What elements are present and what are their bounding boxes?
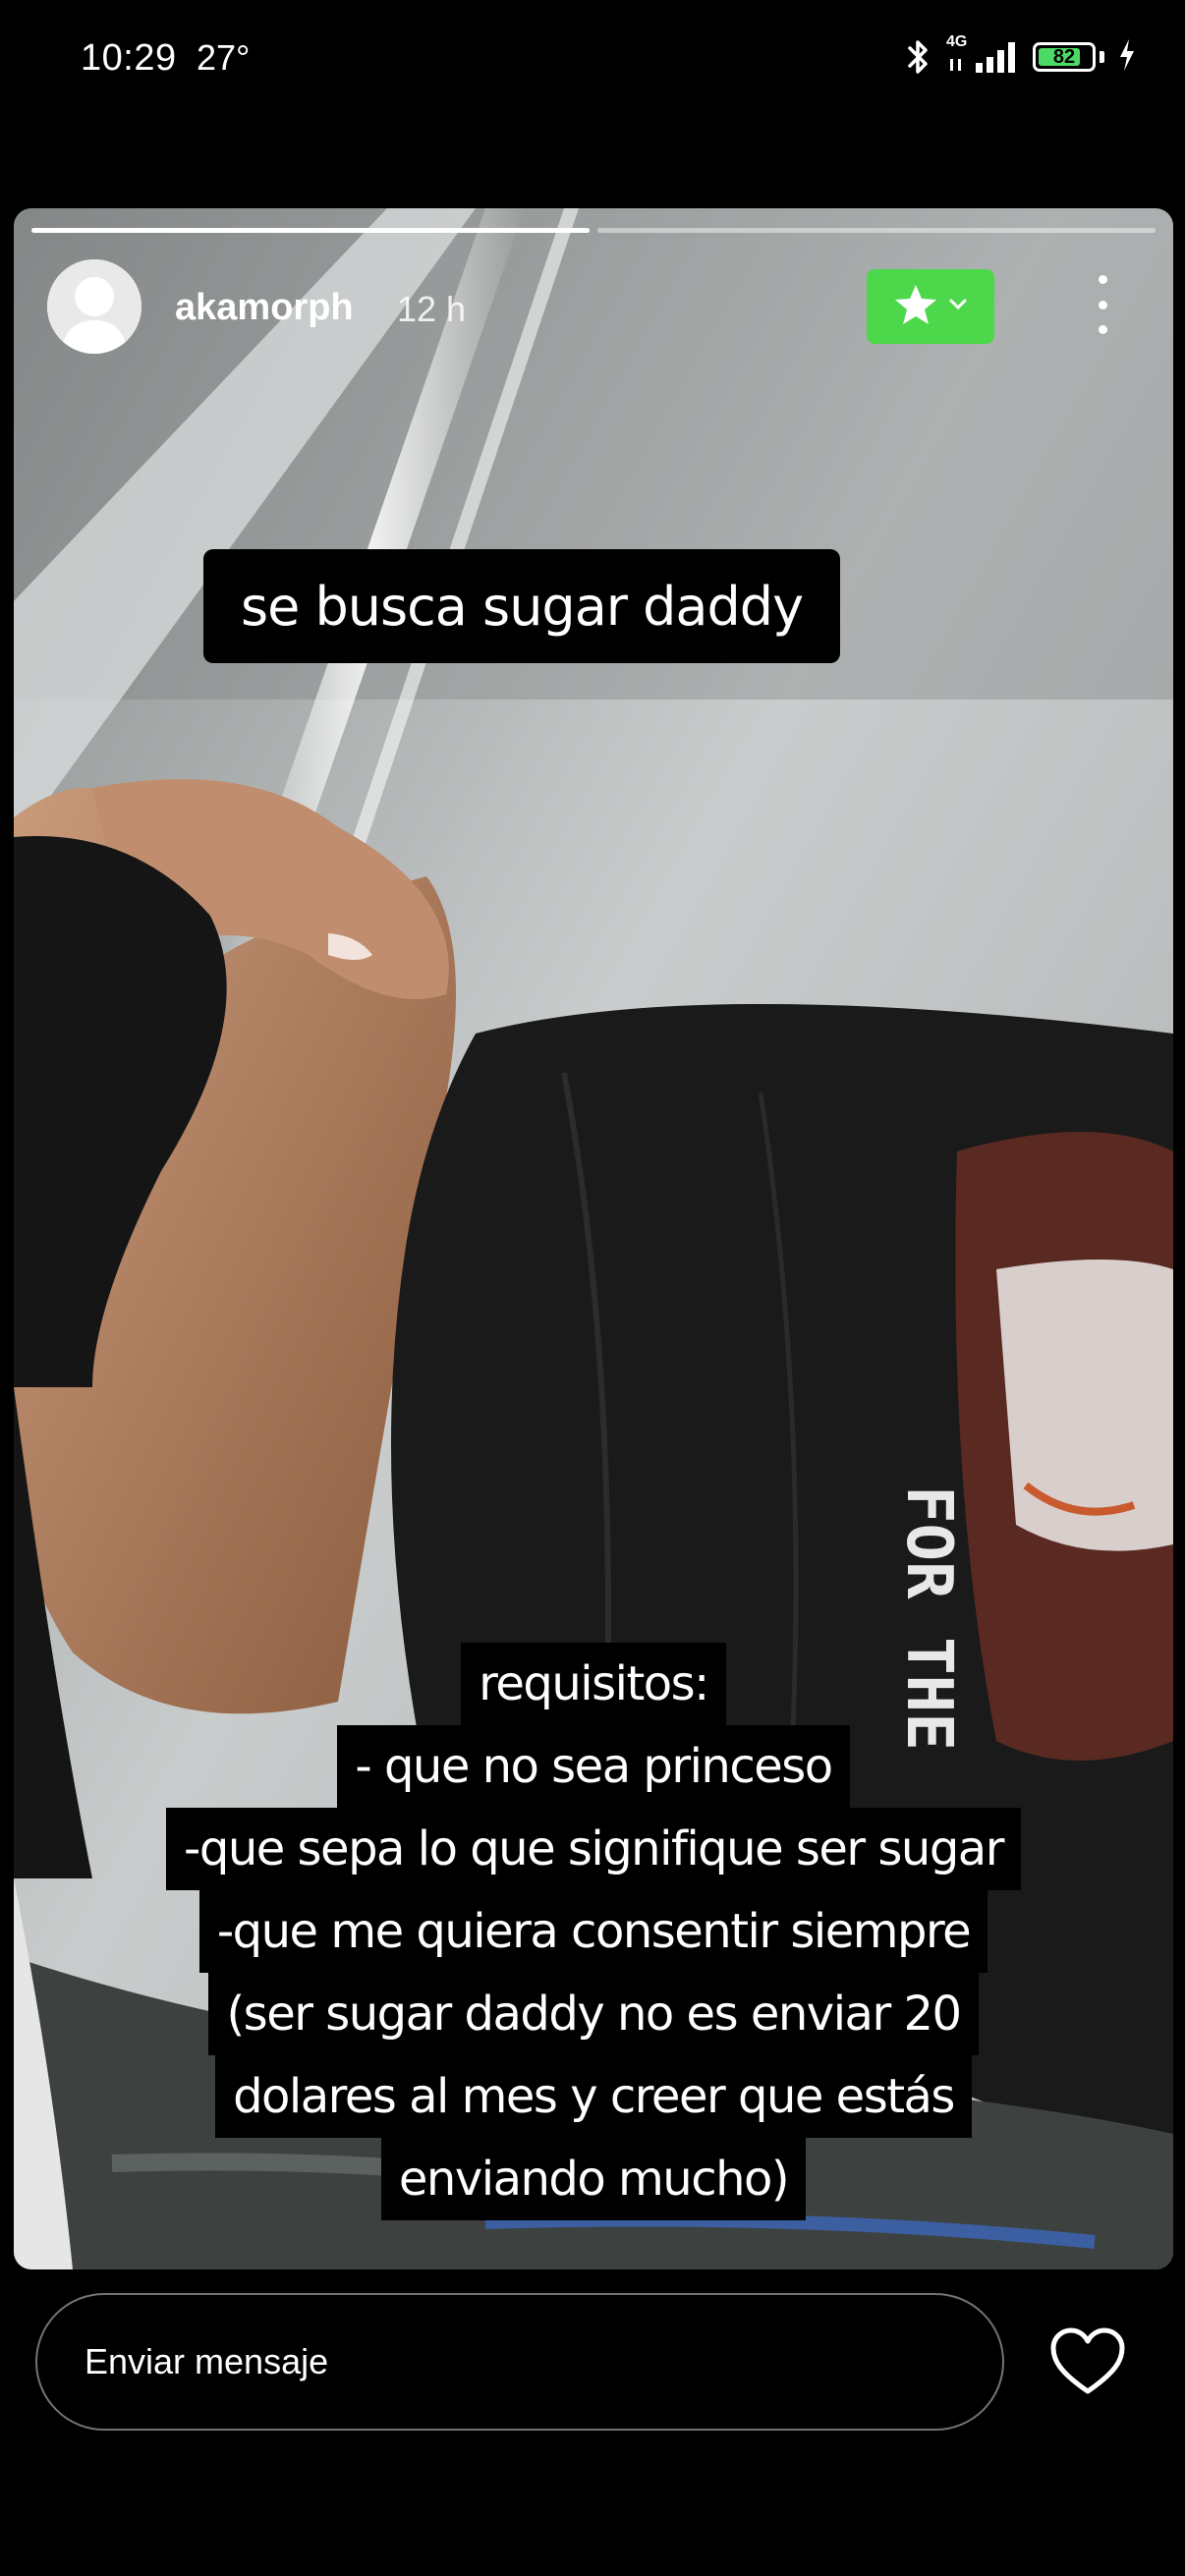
story-view[interactable]: FOR THE akamorph 12 h se busca sugar dad…	[14, 208, 1173, 2269]
default-avatar-icon	[47, 259, 141, 354]
requirement-line: (ser sugar daddy no es enviar 20	[208, 1973, 979, 2055]
requirement-line-row: - que no sea princeso	[14, 1725, 1173, 1808]
status-icons: 4G 82	[903, 33, 1136, 79]
requirement-line-row: requisitos:	[14, 1643, 1173, 1725]
progress-segment	[597, 228, 1156, 233]
requirement-line-row: -que me quiera consentir siempre	[14, 1890, 1173, 1973]
requirement-line: -que sepa lo que signifique ser sugar	[166, 1808, 1021, 1890]
story-time-ago: 12 h	[397, 289, 467, 329]
story-caption-title: se busca sugar daddy	[203, 549, 840, 663]
avatar[interactable]	[47, 259, 141, 354]
close-friends-badge[interactable]	[867, 269, 994, 344]
network-type-label: 4G	[946, 33, 968, 50]
requirement-line: enviando mucho)	[380, 2138, 807, 2220]
battery-cap	[1100, 51, 1104, 63]
status-bar: 10:29 27° 4G 82	[0, 0, 1185, 118]
star-icon	[893, 283, 938, 331]
status-temperature: 27°	[197, 37, 251, 78]
heart-icon[interactable]	[1049, 2326, 1126, 2397]
requirement-line: - que no sea princeso	[337, 1725, 850, 1808]
story-progress	[31, 228, 1156, 233]
more-options-icon[interactable]	[1093, 275, 1112, 334]
send-message-input[interactable]: Enviar mensaje	[35, 2293, 1004, 2431]
more-dot	[1098, 300, 1107, 309]
progress-segment-fill	[31, 228, 590, 233]
requirement-line-row: enviando mucho)	[14, 2138, 1173, 2220]
requirement-line: -que me quiera consentir siempre	[198, 1890, 988, 1973]
cell-signal-icon: 4G	[946, 33, 1019, 77]
chevron-down-icon	[948, 298, 968, 316]
requirement-line: requisitos:	[461, 1643, 726, 1725]
requirement-line-row: -que sepa lo que signifique ser sugar	[14, 1808, 1173, 1890]
requirement-line-row: dolares al mes y creer que estás	[14, 2055, 1173, 2138]
more-dot	[1098, 325, 1107, 334]
progress-segment	[31, 228, 590, 233]
username[interactable]: akamorph	[175, 287, 354, 329]
bluetooth-icon	[903, 37, 932, 77]
requirement-line: dolares al mes y creer que estás	[215, 2055, 972, 2138]
requirement-line-row: (ser sugar daddy no es enviar 20	[14, 1973, 1173, 2055]
status-time: 10:29	[81, 37, 177, 79]
battery-icon: 82	[1033, 42, 1096, 72]
send-message-placeholder: Enviar mensaje	[85, 2341, 329, 2381]
more-dot	[1098, 275, 1107, 284]
battery-level: 82	[1052, 45, 1076, 68]
charging-icon	[1118, 38, 1136, 77]
